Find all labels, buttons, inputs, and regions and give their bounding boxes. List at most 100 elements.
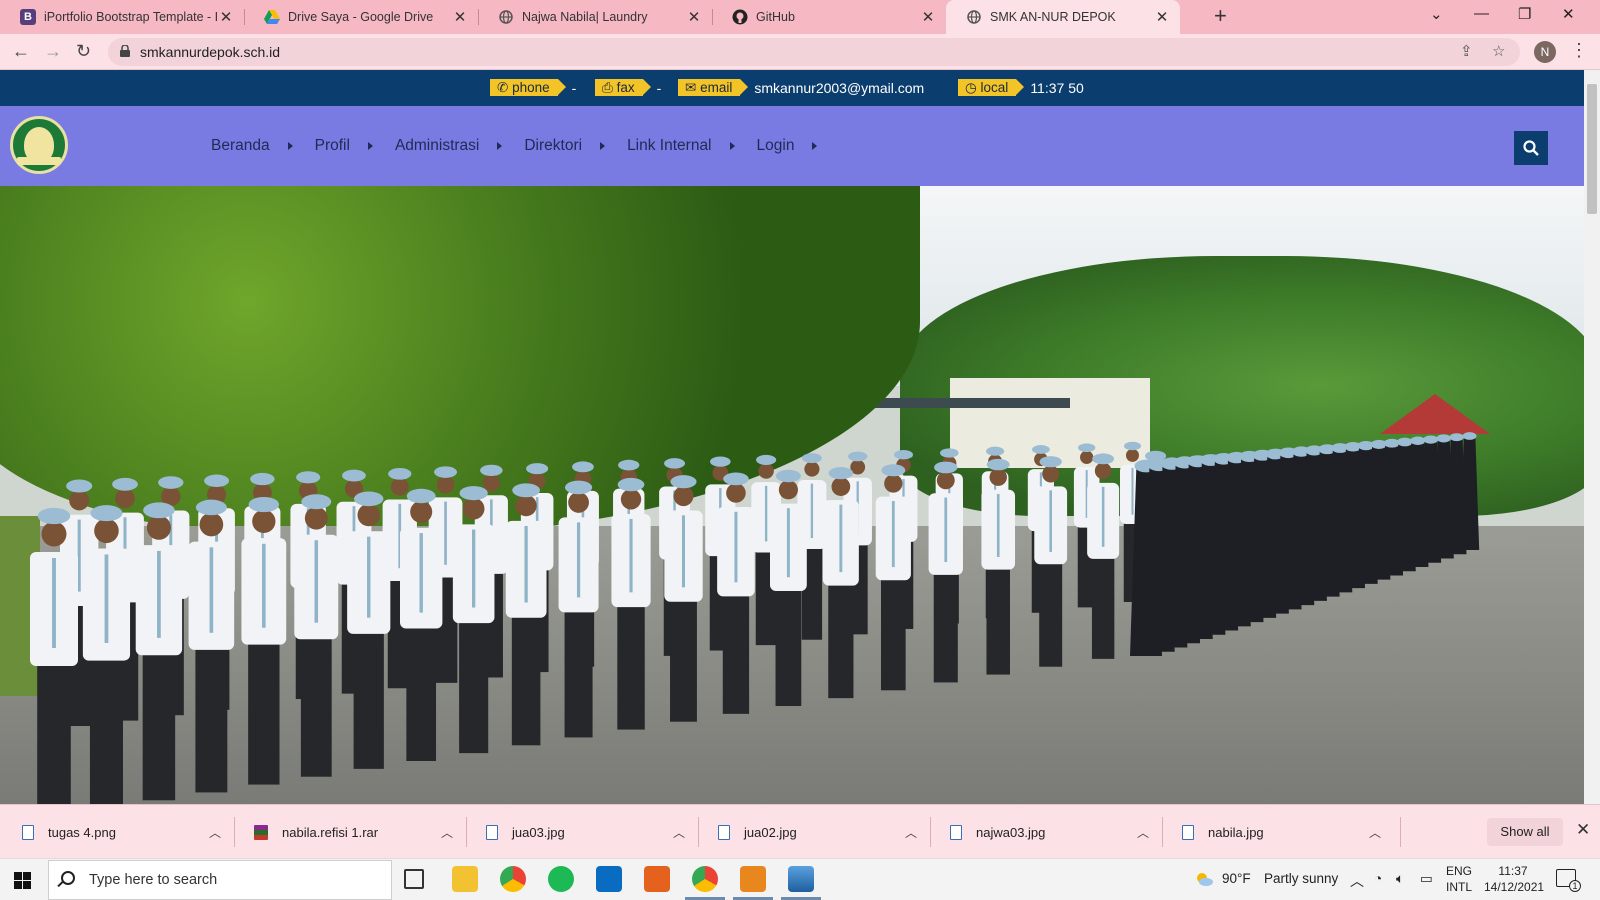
tab-iportfolio[interactable]: B iPortfolio Bootstrap Template - In ✕	[0, 0, 244, 34]
spotify-icon[interactable]	[548, 866, 574, 892]
task-view-icon[interactable]	[404, 869, 424, 889]
bootstrap-icon: B	[20, 9, 36, 25]
clock-icon: ◷	[965, 80, 977, 95]
caret-right-icon	[287, 142, 293, 150]
download-filename: nabila.refisi 1.rar	[282, 824, 379, 840]
email-info: ✉ email smkannur2003@ymail.com	[678, 79, 924, 96]
tab-smk-an-nur[interactable]: SMK AN-NUR DEPOK ✕	[946, 0, 1180, 34]
local-tag: ◷ local	[958, 79, 1025, 96]
school-logo[interactable]	[10, 116, 68, 174]
tab-laundry[interactable]: Najwa Nabila| Laundry ✕	[478, 0, 712, 34]
chevron-up-icon[interactable]: ︿	[1358, 824, 1392, 841]
clock[interactable]: 11:37 14/12/2021	[1484, 863, 1545, 895]
minimize-button[interactable]: —	[1474, 5, 1489, 22]
back-button[interactable]: ←	[12, 41, 30, 62]
tab-search-chevron-icon[interactable]: ⌄	[1430, 5, 1443, 23]
menu-item-link-internal[interactable]: Link Internal	[627, 137, 735, 155]
download-item[interactable]: jua03.jpg ︿	[464, 805, 696, 859]
chevron-up-icon[interactable]: ︿	[1350, 871, 1364, 891]
globe-icon	[966, 9, 982, 25]
chrome-icon[interactable]	[500, 866, 526, 892]
menu-item-profil[interactable]: Profil	[315, 137, 373, 155]
download-item[interactable]: nabila.refisi 1.rar ︿	[232, 805, 464, 859]
image-file-icon	[1182, 824, 1194, 840]
browser-tab-bar: B iPortfolio Bootstrap Template - In ✕ D…	[0, 0, 1600, 34]
close-window-button[interactable]: ✕	[1562, 5, 1575, 23]
caret-right-icon	[729, 142, 735, 150]
close-tab-icon[interactable]: ✕	[1154, 8, 1170, 26]
caret-right-icon	[600, 142, 606, 150]
fax-tag: ⎙ fax	[595, 79, 651, 96]
chevron-up-icon[interactable]: ︿	[430, 824, 464, 841]
scrollbar-thumb[interactable]	[1587, 84, 1597, 214]
download-filename: nabila.jpg	[1208, 824, 1264, 840]
close-downloads-icon[interactable]: ✕	[1576, 820, 1590, 840]
partly-sunny-icon	[1197, 873, 1213, 886]
file-explorer-icon[interactable]	[452, 866, 478, 892]
new-tab-button[interactable]: +	[1214, 5, 1227, 27]
download-item[interactable]: nabila.jpg ︿	[1160, 805, 1392, 859]
fax-info: ⎙ fax -	[595, 79, 661, 96]
download-filename: jua03.jpg	[512, 824, 565, 840]
rar-file-icon	[254, 824, 268, 840]
sublime-text-icon[interactable]	[740, 866, 766, 892]
url-text: smkannurdepok.sch.id	[140, 44, 281, 60]
close-tab-icon[interactable]: ✕	[686, 8, 702, 26]
tab-google-drive[interactable]: Drive Saya - Google Drive ✕	[244, 0, 478, 34]
volume-icon[interactable]: 🔈︎	[1396, 871, 1404, 887]
bookmark-star-icon[interactable]: ☆	[1492, 42, 1505, 60]
search-icon	[1523, 140, 1539, 156]
profile-avatar[interactable]: N	[1534, 41, 1556, 63]
close-tab-icon[interactable]: ✕	[452, 8, 468, 26]
taskbar-search-box[interactable]: Type here to search	[48, 860, 392, 900]
notification-center-icon[interactable]: 1	[1556, 869, 1581, 892]
windows-start-icon[interactable]	[14, 872, 31, 889]
display-icon[interactable]: ▭	[1420, 871, 1433, 887]
chevron-up-icon[interactable]: ︿	[894, 824, 928, 841]
page-scrollbar[interactable]	[1584, 70, 1600, 804]
phone-info: ✆ phone -	[490, 79, 576, 96]
chevron-up-icon[interactable]: ︿	[662, 824, 696, 841]
share-icon[interactable]: ⇪	[1460, 42, 1473, 60]
site-search-button[interactable]	[1514, 131, 1548, 165]
caret-right-icon	[812, 142, 818, 150]
image-file-icon	[486, 824, 498, 840]
weather-temperature[interactable]: 90°F	[1222, 871, 1251, 886]
close-tab-icon[interactable]: ✕	[218, 8, 234, 26]
reload-button[interactable]: ↻	[76, 41, 91, 62]
wifi-icon[interactable]: ◔	[1374, 871, 1382, 886]
download-item[interactable]: tugas 4.png ︿	[0, 805, 232, 859]
vscode-icon[interactable]	[596, 866, 622, 892]
restore-button[interactable]: ❐	[1518, 5, 1531, 23]
main-menu: Beranda Profil Administrasi Direktori Li…	[211, 137, 839, 155]
tab-github[interactable]: GitHub ✕	[712, 0, 946, 34]
caret-right-icon	[497, 142, 503, 150]
chevron-up-icon[interactable]: ︿	[1126, 824, 1160, 841]
github-icon	[732, 9, 748, 25]
language-indicator[interactable]: ENG INTL	[1446, 863, 1472, 895]
weather-text[interactable]: Partly sunny	[1264, 871, 1338, 886]
xampp-icon[interactable]	[644, 866, 670, 892]
menu-item-beranda[interactable]: Beranda	[211, 137, 293, 155]
menu-item-administrasi[interactable]: Administrasi	[395, 137, 503, 155]
email-value[interactable]: smkannur2003@ymail.com	[754, 80, 924, 96]
menu-item-direktori[interactable]: Direktori	[524, 137, 606, 155]
browser-menu-icon[interactable]: ⋮	[1570, 40, 1588, 61]
phone-icon: ✆	[497, 80, 509, 95]
chrome-profile-icon[interactable]	[692, 866, 718, 892]
image-file-icon	[22, 824, 34, 840]
show-all-downloads-button[interactable]: Show all	[1487, 818, 1563, 846]
menu-item-login[interactable]: Login	[757, 137, 818, 155]
tab-title: Drive Saya - Google Drive	[288, 10, 434, 24]
photos-icon[interactable]	[788, 866, 814, 892]
download-item[interactable]: jua02.jpg ︿	[696, 805, 928, 859]
fax-value: -	[656, 79, 662, 96]
tab-title: GitHub	[756, 10, 795, 24]
clock-date: 14/12/2021	[1484, 880, 1545, 894]
hero-photo-students-assembly	[0, 186, 1584, 804]
forward-button[interactable]: →	[44, 41, 62, 62]
chevron-up-icon[interactable]: ︿	[198, 824, 232, 841]
url-bar[interactable]: smkannurdepok.sch.id ⇪ ☆	[108, 38, 1520, 66]
close-tab-icon[interactable]: ✕	[920, 8, 936, 26]
download-item[interactable]: najwa03.jpg ︿	[928, 805, 1160, 859]
